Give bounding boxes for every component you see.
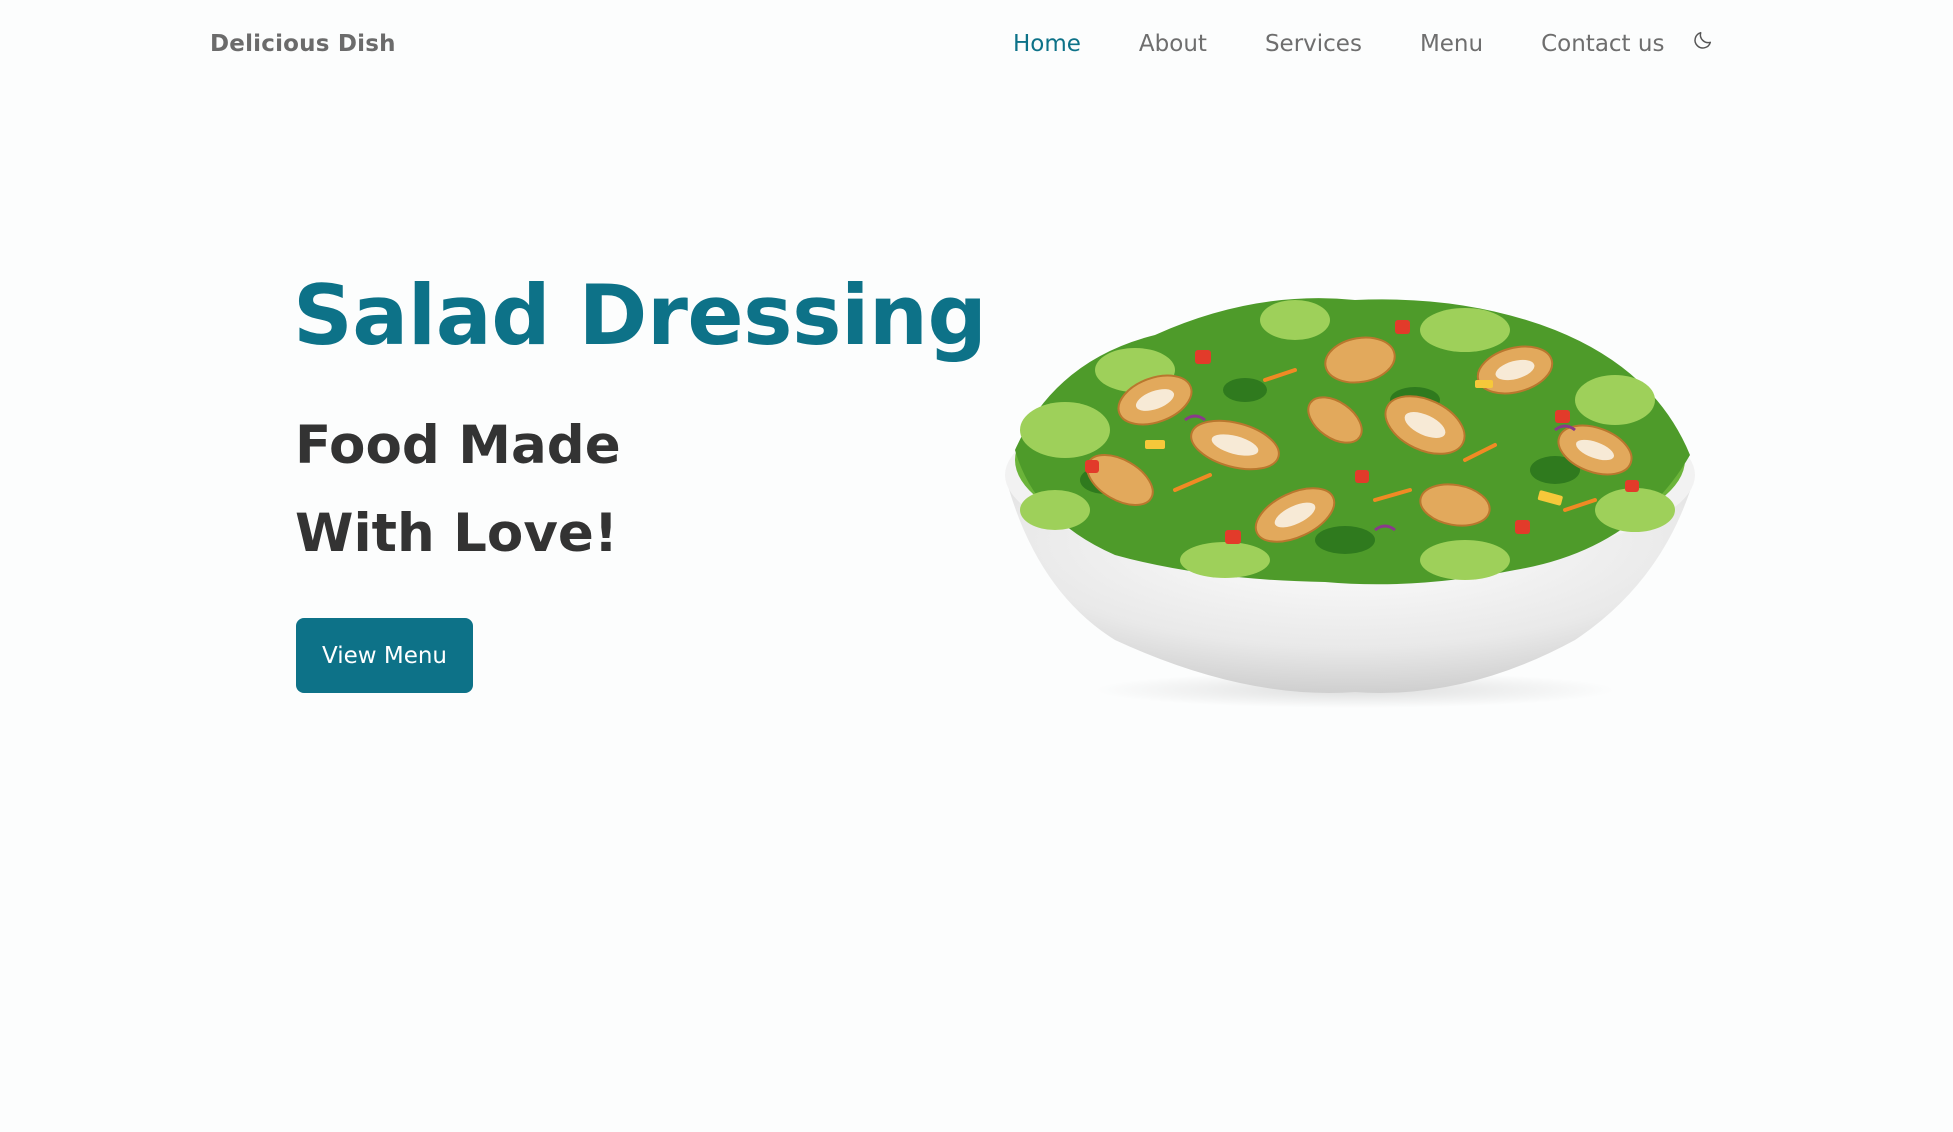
hero-subtitle-line-2: With Love! xyxy=(295,503,618,564)
view-menu-button[interactable]: View Menu xyxy=(296,618,473,693)
site-logo[interactable]: Delicious Dish xyxy=(210,31,396,57)
hero-subtitle-line-1: Food Made xyxy=(295,415,621,476)
nav-link-services[interactable]: Services xyxy=(1265,31,1362,57)
salad-bowl-image xyxy=(1005,298,1695,708)
nav-link-contact[interactable]: Contact us xyxy=(1541,31,1664,57)
main-nav: Home About Services Menu Contact us xyxy=(1013,31,1716,57)
moon-icon[interactable] xyxy=(1690,27,1716,53)
nav-link-menu[interactable]: Menu xyxy=(1420,31,1483,57)
nav-link-home[interactable]: Home xyxy=(1013,31,1081,57)
nav-link-about[interactable]: About xyxy=(1139,31,1207,57)
hero-title: Salad Dressing xyxy=(293,267,987,364)
page: Delicious Dish Home About Services Menu … xyxy=(0,0,1953,1132)
site-header: Delicious Dish Home About Services Menu … xyxy=(0,0,1953,92)
hero-subtitle: Food Made With Love! xyxy=(295,402,621,578)
